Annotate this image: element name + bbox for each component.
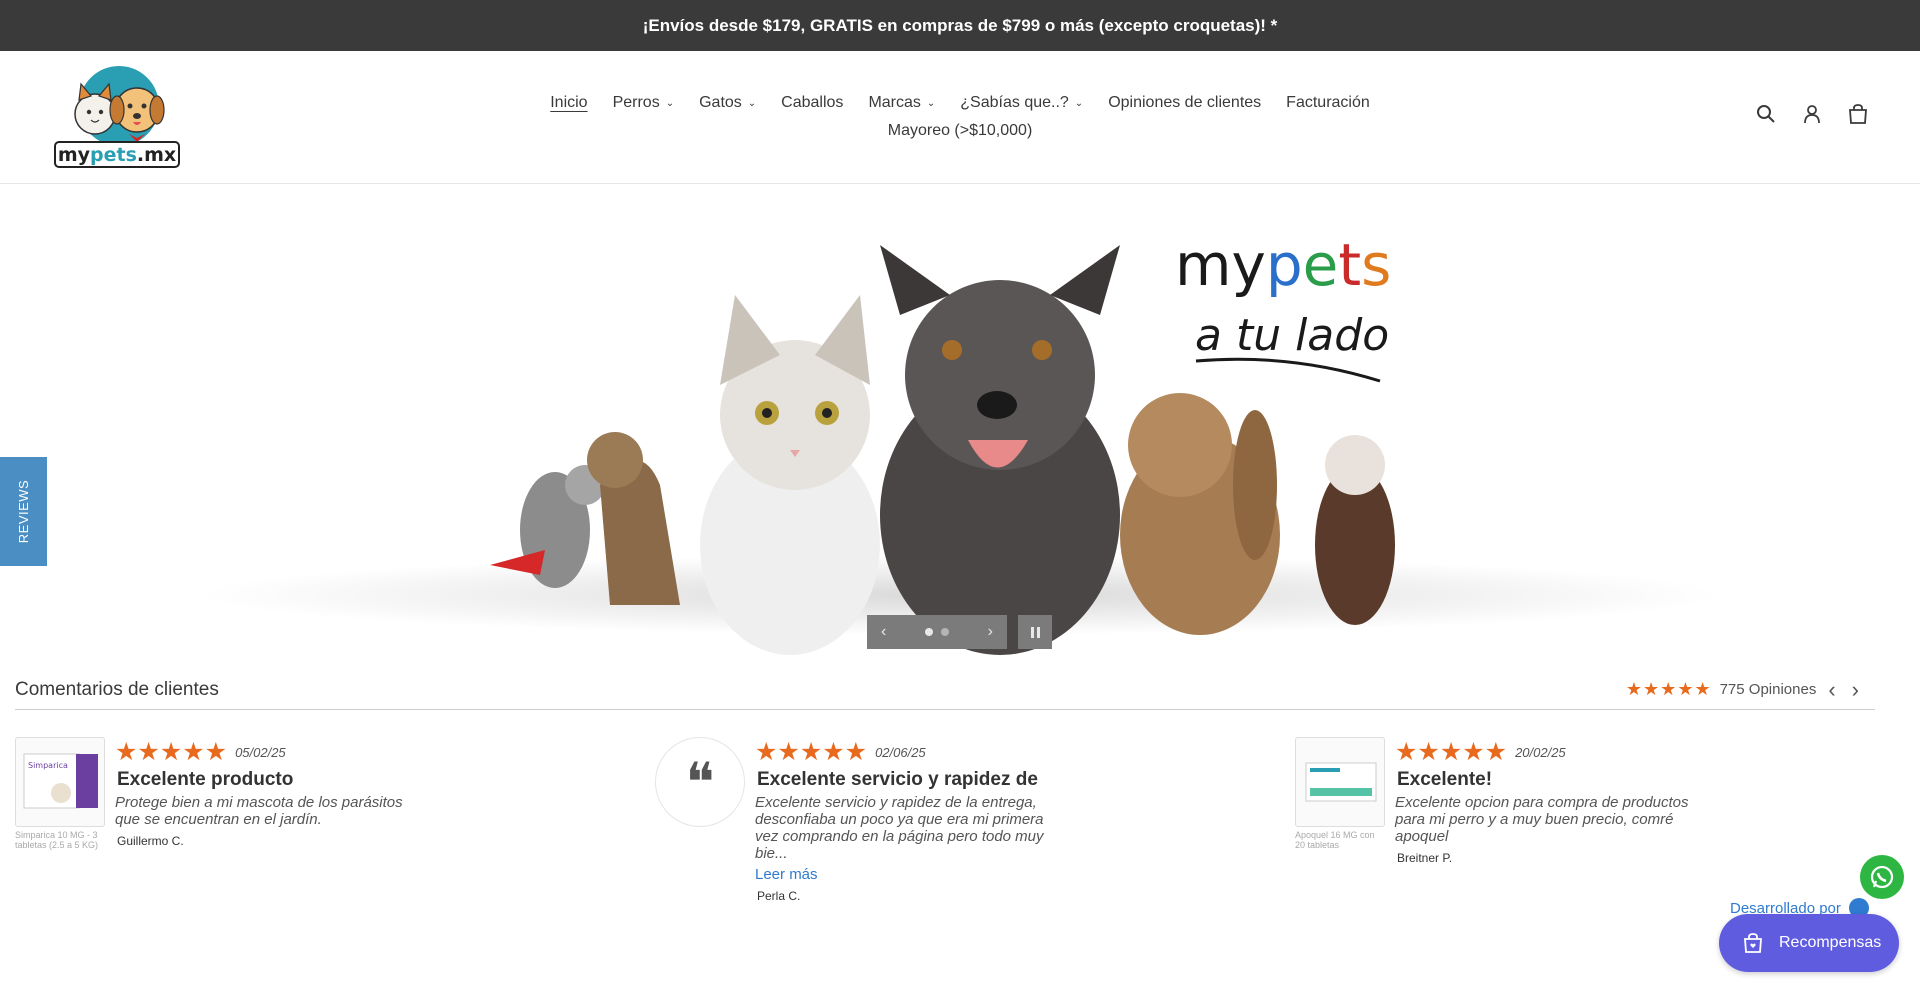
nav-label: Inicio — [550, 94, 588, 111]
product-thumbnail[interactable] — [1295, 737, 1385, 827]
read-more-link[interactable]: Leer más — [755, 866, 1145, 883]
store-logo[interactable]: mypets.mx — [53, 64, 181, 169]
nav-label: Perros — [612, 94, 660, 111]
review-title: Excelente servicio y rapidez de — [757, 769, 1038, 790]
slide-dots — [921, 623, 953, 641]
review-stars: ★★★★★ — [755, 738, 868, 766]
svg-text:a tu lado: a tu lado — [1195, 310, 1389, 361]
chevron-down-icon: ⌄ — [1074, 98, 1084, 109]
chevron-down-icon: ⌄ — [926, 98, 936, 109]
product-caption: Simparica 10 MG - 3 tabletas (2.5 a 5 KG… — [15, 830, 99, 850]
svg-text:Simparica: Simparica — [28, 761, 68, 770]
search-icon[interactable] — [1754, 102, 1778, 126]
nav-item-gatos[interactable]: Gatos ⌄ — [699, 89, 756, 117]
svg-text:mypets.mx: mypets.mx — [58, 144, 176, 166]
nav-label: ¿Sabías que..? — [960, 94, 1069, 111]
quote-icon: ❝ — [655, 737, 745, 827]
review-title: Excelente producto — [117, 769, 294, 790]
review-text: Excelente opcion para compra de producto… — [1395, 794, 1689, 845]
review-title: Excelente! — [1397, 769, 1493, 790]
review-body: ★★★★★ 05/02/25 Excelente producto Protege… — [115, 737, 505, 848]
nav-item-marcas[interactable]: Marcas ⌄ — [868, 89, 935, 117]
nav-label: Mayoreo (>$10,000) — [887, 122, 1033, 139]
review-date: 05/02/25 — [235, 744, 286, 760]
chevron-left-icon[interactable]: ‹ — [1824, 678, 1839, 701]
header-actions — [1754, 102, 1870, 126]
nav-label: Caballos — [781, 94, 844, 111]
review-body: ★★★★★ 20/02/25 Excelente! Excelente opcio… — [1395, 737, 1785, 865]
reviews-header: Comentarios de clientes ★★★★★ 775 Opinio… — [15, 670, 1875, 710]
nav-item-inicio[interactable]: Inicio — [550, 89, 587, 117]
nav-item-perros[interactable]: Perros ⌄ — [613, 89, 675, 117]
review-body: ★★★★★ 02/06/25 Excelente servicio y rapid… — [755, 737, 1145, 903]
customer-reviews: Comentarios de clientes ★★★★★ 775 Opinio… — [15, 670, 1875, 903]
rating-stars: ★★★★★ — [1625, 679, 1712, 699]
slide-dot-2[interactable] — [941, 628, 949, 636]
review-date: 02/06/25 — [875, 744, 926, 760]
slide-dot-1[interactable] — [925, 628, 933, 636]
reviews-count[interactable]: 775 Opiniones — [1720, 681, 1817, 698]
review-text: Protege bien a mi mascota de los parásit… — [115, 794, 403, 828]
nav-item-caballos[interactable]: Caballos — [781, 89, 843, 117]
main-navigation: Inicio Perros ⌄ Gatos ⌄ Caballos Marcas ⌄ ¿… — [530, 89, 1390, 145]
nav-label: Marcas — [868, 94, 921, 111]
chevron-down-icon: ⌄ — [747, 98, 757, 109]
chevron-right-icon[interactable]: › — [1848, 678, 1863, 701]
nav-label: Opiniones de clientes — [1108, 94, 1262, 111]
review-stars: ★★★★★ — [115, 738, 228, 766]
review-date: 20/02/25 — [1515, 744, 1566, 760]
reviews-side-tab[interactable]: REVIEWS — [0, 457, 47, 566]
rewards-button[interactable]: Recompensas — [1719, 914, 1899, 972]
svg-text:mypets: mypets — [1175, 231, 1391, 299]
product-caption: Apoquel 16 MG con 20 tabletas — [1295, 830, 1375, 850]
cart-icon[interactable] — [1846, 102, 1870, 126]
hero-banner[interactable]: mypets a tu lado — [0, 185, 1920, 655]
chevron-right-icon[interactable]: › — [988, 623, 993, 641]
pause-button[interactable] — [1018, 615, 1052, 649]
reviews-summary: ★★★★★ 775 Opiniones ‹ › — [1625, 678, 1875, 701]
product-thumbnail[interactable]: Simparica — [15, 737, 105, 827]
review-text: Excelente servicio y rapidez de la entre… — [755, 794, 1044, 862]
nav-label: Gatos — [699, 94, 742, 111]
nav-item-sabias-que[interactable]: ¿Sabías que..? ⌄ — [960, 89, 1083, 117]
nav-item-facturacion[interactable]: Facturación — [1286, 89, 1370, 117]
reviews-tab-label: REVIEWS — [16, 479, 31, 544]
whatsapp-icon — [1870, 865, 1894, 889]
account-icon[interactable] — [1800, 102, 1824, 126]
chevron-left-icon[interactable]: ‹ — [881, 623, 886, 641]
nav-item-mayoreo[interactable]: Mayoreo (>$10,000) — [888, 117, 1033, 145]
rewards-label: Recompensas — [1779, 934, 1882, 951]
nav-item-opiniones[interactable]: Opiniones de clientes — [1108, 89, 1261, 117]
site-header: mypets.mx Inicio Perros ⌄ Gatos ⌄ Caballos… — [0, 51, 1920, 184]
review-author: Breitner P. — [1397, 851, 1453, 865]
nav-label: Facturación — [1286, 94, 1370, 111]
whatsapp-button[interactable] — [1860, 855, 1904, 899]
gift-bag-icon — [1744, 933, 1762, 953]
reviews-heading: Comentarios de clientes — [15, 678, 219, 700]
chevron-down-icon: ⌄ — [665, 98, 675, 109]
slideshow-controls: ‹ › — [867, 615, 1007, 649]
announcement-text: ¡Envíos desde $179, GRATIS en compras de… — [642, 15, 1278, 35]
announcement-bar: ¡Envíos desde $179, GRATIS en compras de… — [0, 0, 1920, 51]
review-author: Guillermo C. — [117, 834, 184, 848]
review-author: Perla C. — [757, 889, 801, 903]
review-stars: ★★★★★ — [1395, 738, 1508, 766]
